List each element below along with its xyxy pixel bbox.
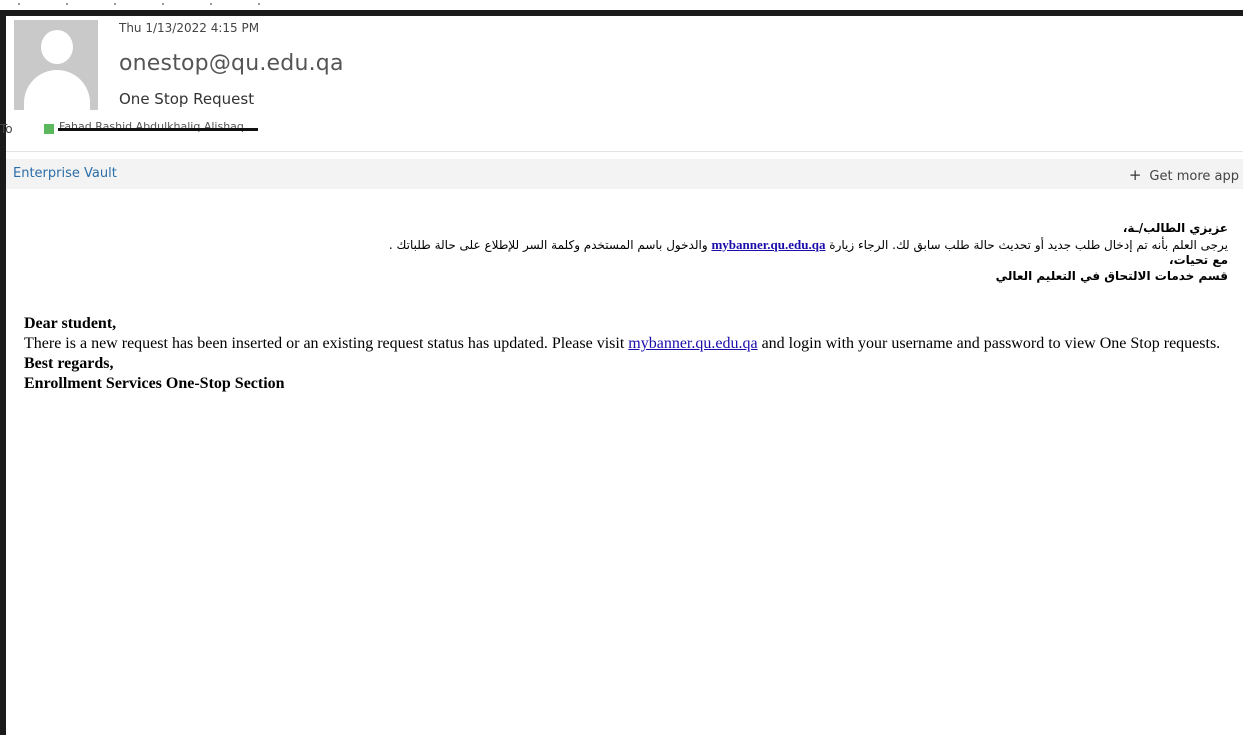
to-label: To [0,122,13,136]
english-line-prefix: There is a new request has been inserted… [24,335,629,352]
presence-status-icon [44,124,54,134]
arabic-message: عزيزي الطالب/ـة، يرجى العلم بأنه تم إدخا… [18,221,1228,284]
avatar-body-shape [24,70,90,110]
window-top-border [0,10,1243,16]
english-greeting: Dear student, [24,315,117,332]
arabic-greeting: عزيزي الطالب/ـة، [1122,221,1228,235]
top-dots-decoration [18,3,278,5]
message-subject: One Stop Request [119,90,255,108]
get-more-apps-button[interactable]: + Get more app [1129,166,1239,184]
addin-bar: Enterprise Vault + Get more app [6,159,1243,189]
message-timestamp: Thu 1/13/2022 4:15 PM [119,21,260,35]
arabic-closing: مع تحيات، [1169,253,1228,267]
arabic-line-suffix: والدخول باسم المستخدم وكلمة السر للإطلاع… [388,237,712,252]
plus-icon: + [1128,166,1142,184]
sender-address[interactable]: onestop@qu.edu.qa [119,51,344,76]
english-body-paragraph: There is a new request has been inserted… [24,334,1234,354]
avatar-head-shape [41,30,73,64]
recipient-row: To Fahad Rashid Abdulkhaliq Alishaq [0,119,406,141]
arabic-body-line: يرجى العلم بأنه تم إدخال طلب جديد أو تحد… [18,237,1228,254]
english-message: Dear student, There is a new request has… [24,314,1234,394]
english-closing: Best regards, [24,355,114,372]
header-divider [6,151,1243,152]
sender-avatar[interactable] [14,20,98,110]
get-more-label: Get more app [1149,169,1239,184]
arabic-line-prefix: يرجى العلم بأنه تم إدخال طلب جديد أو تحد… [825,237,1228,252]
arabic-department: قسم خدمات الالتحاق في التعليم العالي [995,268,1228,283]
english-line-suffix: and login with your username and passwor… [757,335,1221,352]
english-department: Enrollment Services One-Stop Section [24,375,285,392]
english-mybanner-link[interactable]: mybanner.qu.edu.qa [628,335,757,352]
arabic-mybanner-link[interactable]: mybanner.qu.edu.qa [711,237,825,252]
recipient-name[interactable]: Fahad Rashid Abdulkhaliq Alishaq [59,120,244,133]
window-top-strip [0,0,1243,10]
redaction-bar [58,128,258,131]
enterprise-vault-link[interactable]: Enterprise Vault [13,166,117,181]
